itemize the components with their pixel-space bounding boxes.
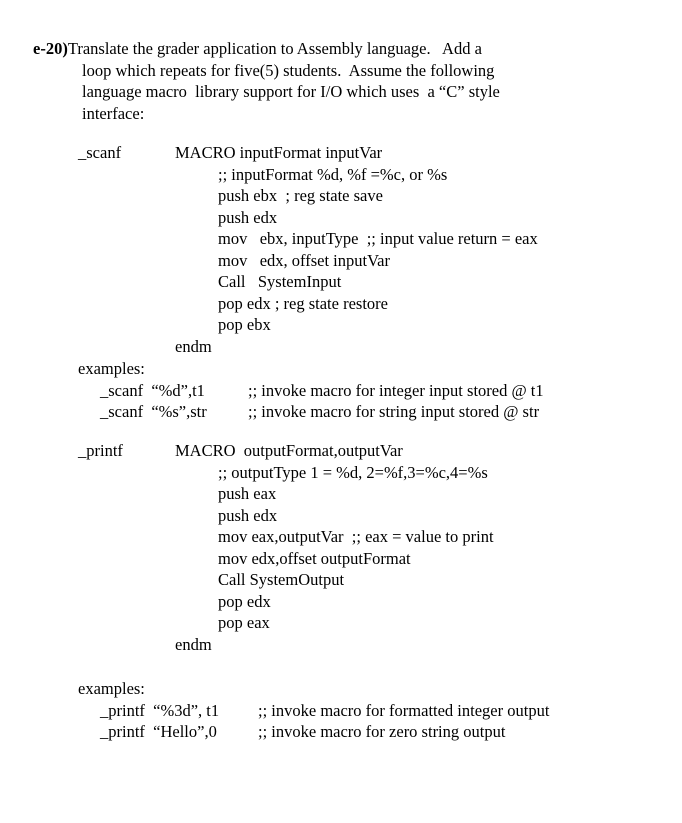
printf-example-row: _printf “Hello”,0 ;; invoke macro for ze… — [0, 721, 682, 743]
printf-endm: endm — [175, 634, 212, 654]
scanf-body-1: push ebx ; reg state save — [218, 186, 383, 205]
printf-body-5: Call SystemOutput — [218, 570, 345, 589]
printf-examples-heading-line: examples: — [0, 678, 682, 700]
scanf-example-comment-0: ;; invoke macro for integer input stored… — [248, 380, 544, 400]
question-line-3: interface: — [82, 103, 145, 123]
question-line-0: Translate the grader application to Asse… — [67, 39, 482, 58]
scanf-macro-header: MACRO inputFormat inputVar — [175, 143, 383, 162]
printf-example-code-1: _printf “Hello”,0 — [100, 722, 217, 741]
scanf-header-line: _scanf MACRO inputFormat inputVar — [0, 142, 682, 164]
scanf-body-line: Call SystemInput — [0, 271, 682, 293]
scanf-body-line: mov ebx, inputType ;; input value return… — [0, 228, 682, 250]
scanf-endm: endm — [175, 336, 212, 356]
printf-body-line: push eax — [0, 483, 682, 505]
printf-body-2: push edx — [218, 505, 278, 525]
scanf-macro-block: _scanf MACRO inputFormat inputVar ;; inp… — [0, 142, 682, 357]
scanf-body-line: push ebx ; reg state save — [0, 185, 682, 207]
question-first-line: e-20)Translate the grader application to… — [33, 38, 633, 60]
scanf-body-6: pop edx ; reg state restore — [218, 293, 388, 313]
printf-end-line: endm — [0, 634, 682, 656]
scanf-body-line: pop edx ; reg state restore — [0, 293, 682, 315]
printf-example-comment-1: ;; invoke macro for zero string output — [258, 722, 506, 741]
scanf-body-7: pop ebx — [218, 315, 271, 334]
question-line-2-row: language macro library support for I/O w… — [33, 81, 633, 103]
scanf-example-code-1: _scanf “%s”,str — [100, 402, 207, 421]
printf-body-line: pop edx — [0, 591, 682, 613]
scanf-end-line: endm — [0, 336, 682, 358]
question-line-1: loop which repeats for five(5) students.… — [82, 60, 495, 80]
printf-example-code-0: _printf “%3d”, t1 — [100, 700, 220, 720]
printf-examples-heading: examples: — [78, 679, 145, 698]
printf-body-line: ;; outputType 1 = %d, 2=%f,3=%c,4=%s — [0, 462, 682, 484]
scanf-body-2: push edx — [218, 207, 278, 227]
printf-body-1: push eax — [218, 484, 277, 503]
scanf-example-row: _scanf “%d”,t1 ;; invoke macro for integ… — [0, 380, 682, 402]
printf-body-6: pop edx — [218, 591, 271, 611]
document-page: e-20)Translate the grader application to… — [0, 0, 682, 823]
scanf-body-4: mov edx, offset inputVar — [218, 250, 391, 270]
printf-examples-block: examples: _printf “%3d”, t1 ;; invoke ma… — [0, 678, 682, 743]
question-line-1-row: loop which repeats for five(5) students.… — [33, 60, 633, 82]
scanf-example-row: _scanf “%s”,str ;; invoke macro for stri… — [0, 401, 682, 423]
question-line-2: language macro library support for I/O w… — [82, 82, 500, 101]
printf-macro-block: _printf MACRO outputFormat,outputVar ;; … — [0, 440, 682, 655]
scanf-macro-name: _scanf — [78, 143, 122, 162]
scanf-body-5: Call SystemInput — [218, 272, 342, 291]
printf-header-line: _printf MACRO outputFormat,outputVar — [0, 440, 682, 462]
printf-body-line: push edx — [0, 505, 682, 527]
scanf-body-0: ;; inputFormat %d, %f =%c, or %s — [218, 164, 448, 184]
scanf-body-line: ;; inputFormat %d, %f =%c, or %s — [0, 164, 682, 186]
printf-macro-name: _printf — [78, 441, 123, 460]
printf-body-line: mov edx,offset outputFormat — [0, 548, 682, 570]
scanf-body-line: push edx — [0, 207, 682, 229]
printf-body-7: pop eax — [218, 613, 270, 632]
scanf-example-comment-1: ;; invoke macro for string input stored … — [248, 402, 540, 421]
scanf-body-3: mov ebx, inputType ;; input value return… — [218, 229, 538, 248]
printf-example-row: _printf “%3d”, t1 ;; invoke macro for fo… — [0, 700, 682, 722]
printf-body-0: ;; outputType 1 = %d, 2=%f,3=%c,4=%s — [218, 462, 488, 482]
scanf-examples-block: examples: _scanf “%d”,t1 ;; invoke macro… — [0, 358, 682, 423]
question-line-3-row: interface: — [33, 103, 633, 125]
scanf-examples-heading-line: examples: — [0, 358, 682, 380]
printf-body-line: mov eax,outputVar ;; eax = value to prin… — [0, 526, 682, 548]
printf-macro-header: MACRO outputFormat,outputVar — [175, 441, 403, 460]
scanf-body-line: pop ebx — [0, 314, 682, 336]
question-block: e-20)Translate the grader application to… — [33, 38, 633, 124]
printf-body-line: Call SystemOutput — [0, 569, 682, 591]
printf-body-line: pop eax — [0, 612, 682, 634]
scanf-body-line: mov edx, offset inputVar — [0, 250, 682, 272]
printf-body-3: mov eax,outputVar ;; eax = value to prin… — [218, 527, 494, 546]
printf-example-comment-0: ;; invoke macro for formatted integer ou… — [258, 700, 550, 720]
scanf-examples-heading: examples: — [78, 359, 145, 378]
question-number: e-20) — [33, 39, 68, 58]
scanf-example-code-0: _scanf “%d”,t1 — [100, 380, 205, 400]
printf-body-4: mov edx,offset outputFormat — [218, 548, 411, 568]
